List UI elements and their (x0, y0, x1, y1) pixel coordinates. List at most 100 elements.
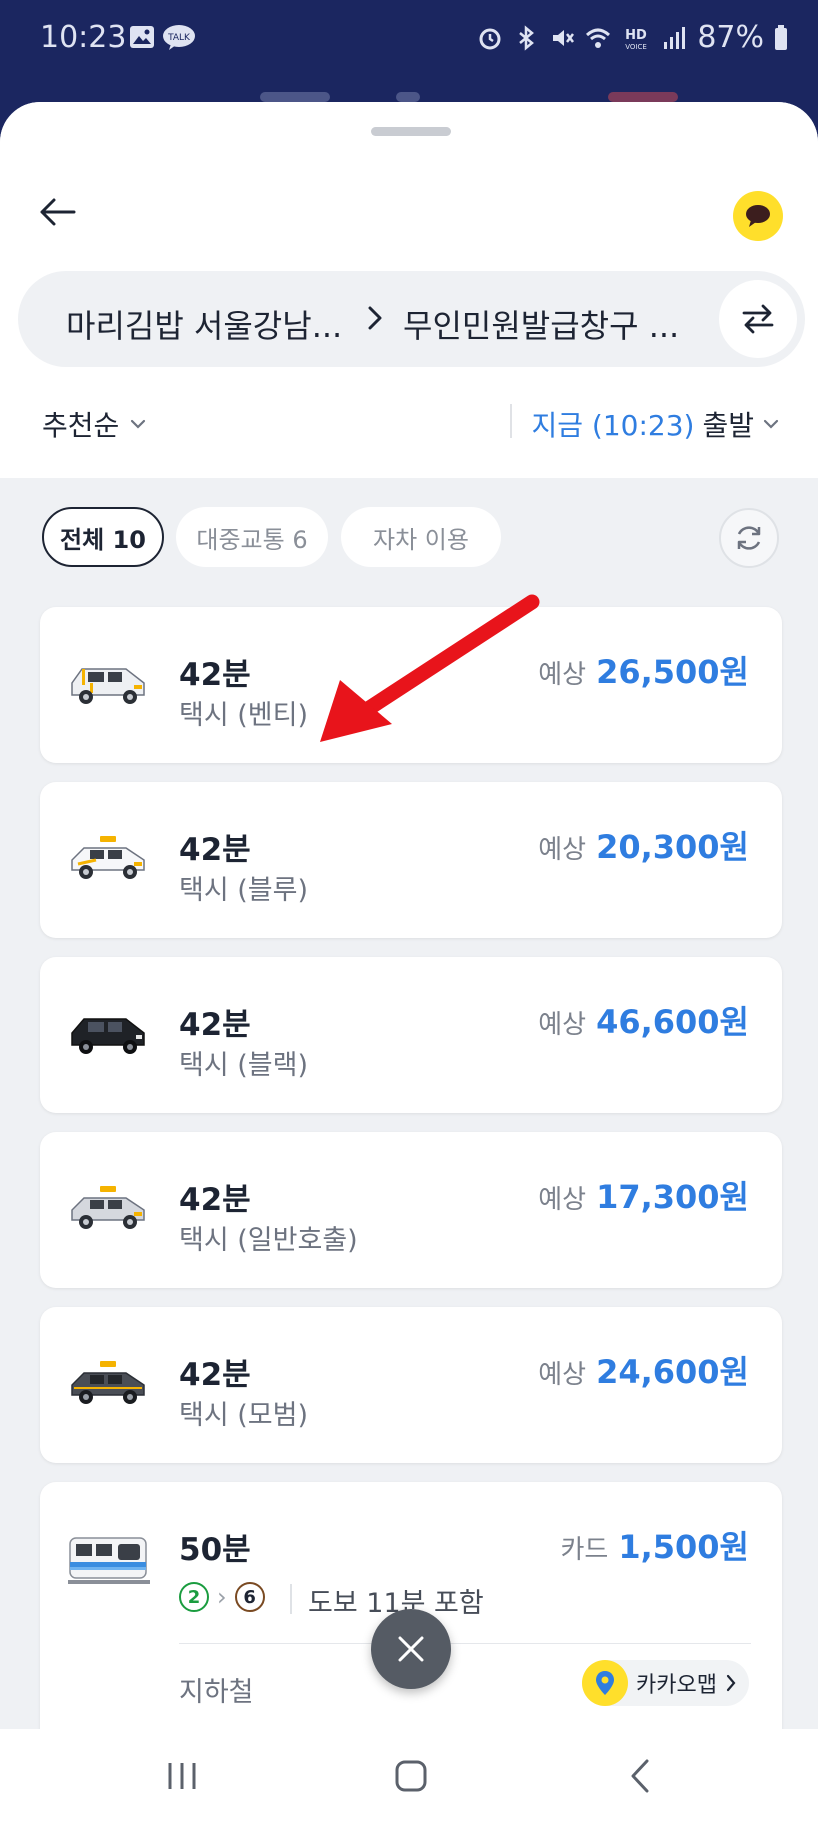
trip-mode: 택시 (일반호출) (179, 1225, 358, 1256)
trip-duration: 42분 (179, 832, 251, 868)
kakaotalk-share-button[interactable] (733, 191, 783, 241)
price-amount: 1,500원 (618, 1528, 749, 1566)
route-results-sheet: 마리김밥 서울강남... 무인민원발급창구 ... 추천순 지금 (10:23)… (0, 102, 818, 1729)
price-label: 카드 (560, 1535, 609, 1565)
result-card-subway[interactable]: 50분 카드 1,500원 2 › 6 도보 11분 포함 지하철 카카오맵 (40, 1482, 782, 1729)
departure-time: 지금 (10:23) (531, 409, 695, 442)
svg-text:HD: HD (625, 28, 647, 43)
divider (290, 1584, 292, 1614)
svg-text:VOICE: VOICE (626, 43, 648, 51)
swap-arrows-icon (742, 304, 774, 334)
result-card-taxi-black[interactable]: 42분 택시 (블랙) 예상 46,600원 (40, 957, 782, 1113)
gallery-icon (130, 26, 154, 48)
filter-chip-all[interactable]: 전체 10 (42, 507, 164, 567)
swap-route-button[interactable] (719, 280, 797, 358)
transit-type: 지하철 (179, 1677, 254, 1708)
recent-apps-icon[interactable] (160, 1757, 204, 1795)
chevron-right-icon (726, 1674, 736, 1692)
price-label: 예상 (538, 1010, 587, 1040)
battery-percent: 87% (697, 20, 764, 55)
back-arrow-icon[interactable] (36, 190, 80, 234)
departure-time-dropdown[interactable]: 지금 (10:23) 출발 (532, 404, 781, 444)
chevron-down-icon (131, 419, 146, 429)
trip-mode: 택시 (벤티) (179, 700, 309, 731)
price-label: 예상 (538, 835, 587, 865)
price-amount: 17,300원 (596, 1178, 749, 1216)
divider (179, 1643, 751, 1644)
trip-mode: 택시 (블랙) (179, 1050, 309, 1081)
subway-lines: 2 › 6 (179, 1582, 265, 1612)
trip-price: 예상 20,300원 (538, 822, 749, 868)
trip-duration: 50분 (179, 1532, 251, 1568)
kakaomap-label: 카카오맵 (636, 1673, 717, 1698)
background-map-peek (260, 92, 330, 102)
trip-price: 예상 46,600원 (538, 997, 749, 1043)
destination-text[interactable]: 무인민원발급창구 ... (403, 301, 679, 347)
chat-bubble-icon (746, 205, 770, 227)
refresh-button[interactable] (719, 508, 779, 568)
svg-text:TALK: TALK (167, 33, 191, 43)
trip-price: 카드 1,500원 (560, 1522, 749, 1568)
departure-suffix: 출발 (702, 409, 754, 442)
line-2-badge: 2 (179, 1582, 209, 1612)
trip-duration: 42분 (179, 1357, 251, 1393)
chevron-right-icon (368, 306, 382, 330)
kakaotalk-icon: TALK (163, 25, 195, 50)
trip-mode: 택시 (모범) (179, 1400, 309, 1431)
taxi-general-icon (71, 1186, 145, 1229)
price-label: 예상 (538, 1185, 587, 1215)
trip-price: 예상 26,500원 (538, 647, 749, 693)
signal-icon (664, 26, 686, 49)
status-bar: 10:23 TALK HD VOICE 87% (0, 0, 818, 80)
price-amount: 46,600원 (596, 1003, 749, 1041)
background-map-peek (396, 92, 420, 102)
chevron-down-icon (763, 419, 779, 429)
result-card-taxi-deluxe[interactable]: 42분 택시 (모범) 예상 24,600원 (40, 1307, 782, 1463)
divider (510, 404, 512, 438)
price-amount: 24,600원 (596, 1353, 749, 1391)
taxi-black-icon (71, 1018, 145, 1054)
taxi-blue-icon (71, 836, 145, 879)
filter-chip-transit[interactable]: 대중교통 6 (176, 507, 328, 567)
mute-icon (553, 29, 575, 46)
bluetooth-icon (519, 24, 535, 51)
trip-mode: 택시 (블루) (179, 875, 309, 906)
map-pin-icon (582, 1660, 629, 1706)
route-bar[interactable]: 마리김밥 서울강남... 무인민원발급창구 ... (18, 271, 805, 367)
annotation-arrow-icon (320, 594, 540, 742)
taxi-venti-icon (71, 668, 145, 704)
chevron-right-icon: › (217, 1583, 227, 1611)
drag-handle[interactable] (371, 127, 451, 136)
wifi-icon (586, 28, 611, 48)
trip-price: 예상 24,600원 (538, 1347, 749, 1393)
filter-chip-car[interactable]: 자차 이용 (341, 507, 501, 567)
line-6-badge: 6 (234, 1582, 265, 1612)
home-icon[interactable] (389, 1757, 433, 1795)
hd-voice-icon: HDVOICE (625, 28, 648, 51)
sort-label: 추천순 (42, 409, 120, 442)
system-nav-bar (0, 1729, 818, 1821)
sort-dropdown[interactable]: 추천순 (42, 404, 147, 444)
back-nav-icon[interactable] (619, 1757, 663, 1795)
result-card-taxi-general[interactable]: 42분 택시 (일반호출) 예상 17,300원 (40, 1132, 782, 1288)
price-label: 예상 (538, 1360, 587, 1390)
battery-icon (775, 24, 787, 50)
close-button[interactable] (371, 1609, 451, 1689)
alarm-icon (479, 28, 501, 49)
refresh-icon (737, 526, 761, 550)
status-time: 10:23 (40, 20, 127, 55)
taxi-deluxe-icon (71, 1361, 145, 1404)
kakaomap-button[interactable]: 카카오맵 (582, 1660, 749, 1706)
result-card-taxi-blue[interactable]: 42분 택시 (블루) 예상 20,300원 (40, 782, 782, 938)
sheet-header: 마리김밥 서울강남... 무인민원발급창구 ... 추천순 지금 (10:23)… (0, 102, 818, 478)
close-icon (398, 1636, 424, 1662)
trip-duration: 42분 (179, 657, 251, 693)
trip-price: 예상 17,300원 (538, 1172, 749, 1218)
trip-duration: 42분 (179, 1182, 251, 1218)
origin-text[interactable]: 마리김밥 서울강남... (66, 301, 342, 347)
price-amount: 26,500원 (596, 653, 749, 691)
trip-duration: 42분 (179, 1007, 251, 1043)
subway-train-icon (68, 1537, 150, 1584)
price-amount: 20,300원 (596, 828, 749, 866)
background-map-peek (608, 92, 678, 102)
